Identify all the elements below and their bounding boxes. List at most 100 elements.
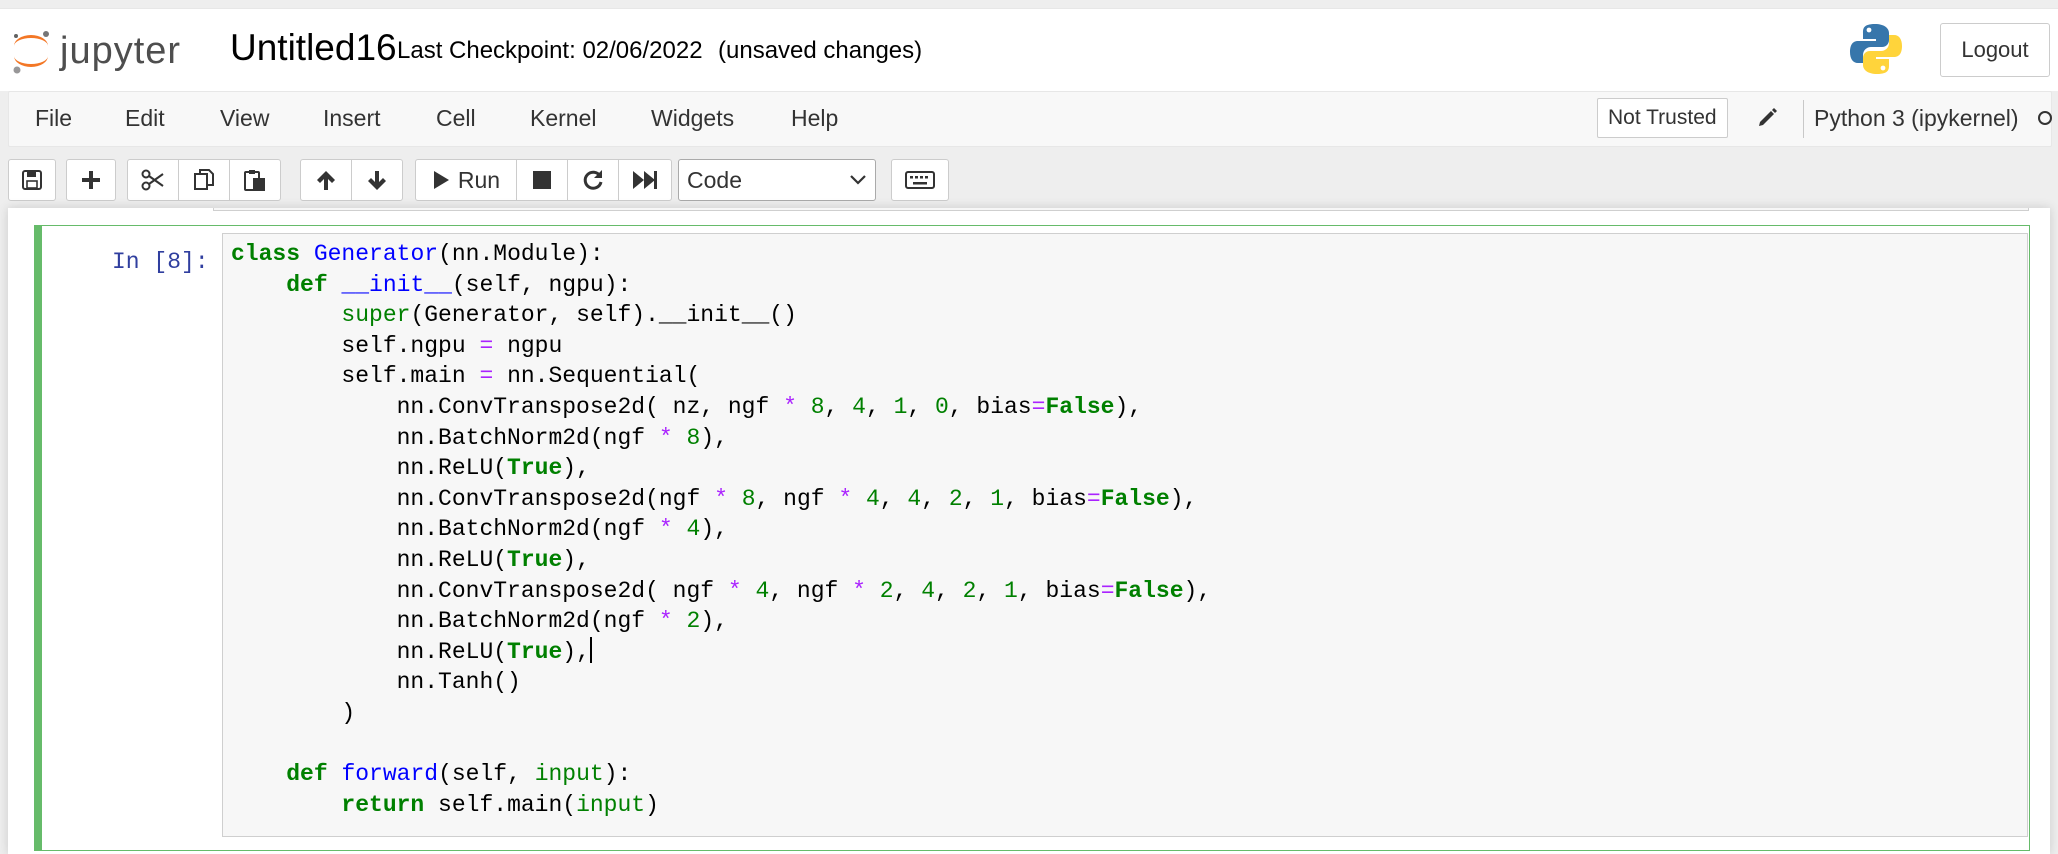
code-token: 1 (990, 485, 1005, 512)
code-token: input (576, 791, 646, 818)
code-token: 2 (879, 577, 894, 604)
insert-cell-button[interactable] (66, 159, 116, 201)
code-token: , (976, 577, 1005, 604)
cell-type-select[interactable]: Code (678, 159, 876, 201)
code-token: return (341, 791, 425, 818)
code-line: nn.ConvTranspose2d( nz, ngf * 8, 4, 1, 0… (231, 392, 1211, 423)
menu-kernel[interactable]: Kernel (530, 105, 596, 132)
copy-button[interactable] (178, 159, 230, 201)
code-token: nn.BatchNorm2d(ngf (231, 516, 659, 543)
code-line: nn.BatchNorm2d(ngf * 2), (231, 606, 1211, 637)
code-token: forward (341, 761, 439, 788)
restart-icon (583, 170, 603, 190)
code-token: = (479, 332, 494, 359)
code-token: True (507, 455, 563, 482)
code-token: nn.ReLU( (231, 546, 508, 573)
menu-file[interactable]: File (35, 105, 72, 132)
code-token: , (962, 485, 991, 512)
code-token: * (727, 577, 742, 604)
code-token: , (879, 485, 908, 512)
code-token: ), (700, 608, 728, 635)
stop-icon (533, 171, 551, 189)
logo-text: jupyter (60, 29, 182, 72)
menu-edit[interactable]: Edit (125, 105, 165, 132)
move-down-button[interactable] (351, 159, 403, 201)
toolbar: Run Code (0, 155, 2058, 205)
scissors-icon (141, 169, 164, 191)
code-token: self.main (231, 363, 480, 390)
menu-help[interactable]: Help (791, 105, 838, 132)
code-line: nn.ReLU(True), (231, 636, 1211, 668)
code-token: 8 (686, 424, 701, 451)
logout-button[interactable]: Logout (1940, 23, 2050, 77)
code-token: 2 (686, 608, 701, 635)
copy-icon (194, 169, 214, 190)
menu-insert[interactable]: Insert (323, 105, 381, 132)
code-line: nn.Tanh() (231, 667, 1211, 698)
code-token: ), (562, 638, 590, 665)
code-token: self.main( (424, 791, 577, 818)
command-palette-button[interactable] (891, 159, 949, 201)
checkpoint-status: Last Checkpoint: 02/06/2022 (397, 37, 703, 64)
code-line: def __init__(self, ngpu): (231, 270, 1211, 301)
menu-view[interactable]: View (220, 105, 269, 132)
menu-widgets[interactable]: Widgets (651, 105, 734, 132)
unsaved-status: (unsaved changes) (718, 37, 923, 64)
code-token: def (286, 761, 328, 788)
code-token: __init__ (341, 271, 452, 298)
jupyter-logo-icon (13, 31, 49, 74)
code-editor[interactable]: class Generator(nn.Module): def __init__… (222, 233, 2028, 837)
menu-cell[interactable]: Cell (436, 105, 476, 132)
paste-button[interactable] (229, 159, 281, 201)
run-button[interactable]: Run (415, 159, 517, 201)
notebook-name[interactable]: Untitled16 (230, 27, 397, 69)
code-token: def (286, 271, 328, 298)
code-token: nn.Tanh() (231, 669, 521, 696)
code-content[interactable]: class Generator(nn.Module): def __init__… (231, 239, 1211, 820)
code-line: nn.BatchNorm2d(ngf * 8), (231, 423, 1211, 454)
move-up-button[interactable] (300, 159, 352, 201)
code-token: ): (603, 761, 632, 788)
header: jupyter Untitled16 Last Checkpoint: 02/0… (0, 8, 2058, 91)
code-token: * (658, 608, 673, 635)
pencil-icon[interactable] (1757, 106, 1779, 128)
code-cell[interactable]: In [8]: class Generator(nn.Module): def … (34, 225, 2030, 851)
code-token: nn.ReLU( (231, 638, 508, 665)
code-line: ) (231, 698, 1211, 729)
interrupt-button[interactable] (516, 159, 568, 201)
save-button[interactable] (8, 159, 56, 201)
code-token: (nn.Module): (438, 241, 604, 267)
restart-run-all-button[interactable] (618, 159, 672, 201)
cell-prompt: In [8]: (112, 249, 209, 275)
plus-icon (82, 171, 100, 189)
code-token: nn.BatchNorm2d(ngf (231, 608, 659, 635)
code-token: , (935, 577, 963, 604)
code-token: ) (645, 791, 659, 818)
notebook-area: In [8]: class Generator(nn.Module): def … (0, 208, 2058, 854)
cell-type-value: Code (687, 166, 742, 193)
code-token: (self, ngpu): (451, 271, 632, 298)
restart-button[interactable] (567, 159, 619, 201)
code-token: False (1100, 485, 1170, 512)
text-cursor (589, 636, 592, 663)
cut-button[interactable] (127, 159, 179, 201)
code-token: 8 (741, 485, 756, 512)
run-label: Run (457, 166, 501, 193)
code-token: ) (231, 699, 356, 726)
code-token: , (893, 577, 922, 604)
previous-cell-edge (213, 208, 2029, 211)
trust-button[interactable]: Not Trusted (1597, 98, 1728, 138)
kernel-name[interactable]: Python 3 (ipykernel) (1814, 105, 2019, 132)
paste-icon (244, 170, 265, 191)
jupyter-logo[interactable]: jupyter (10, 21, 181, 81)
keyboard-icon (905, 171, 935, 189)
code-token: ), (1169, 485, 1198, 512)
code-token: 4 (907, 485, 922, 512)
code-token: super (341, 302, 411, 329)
